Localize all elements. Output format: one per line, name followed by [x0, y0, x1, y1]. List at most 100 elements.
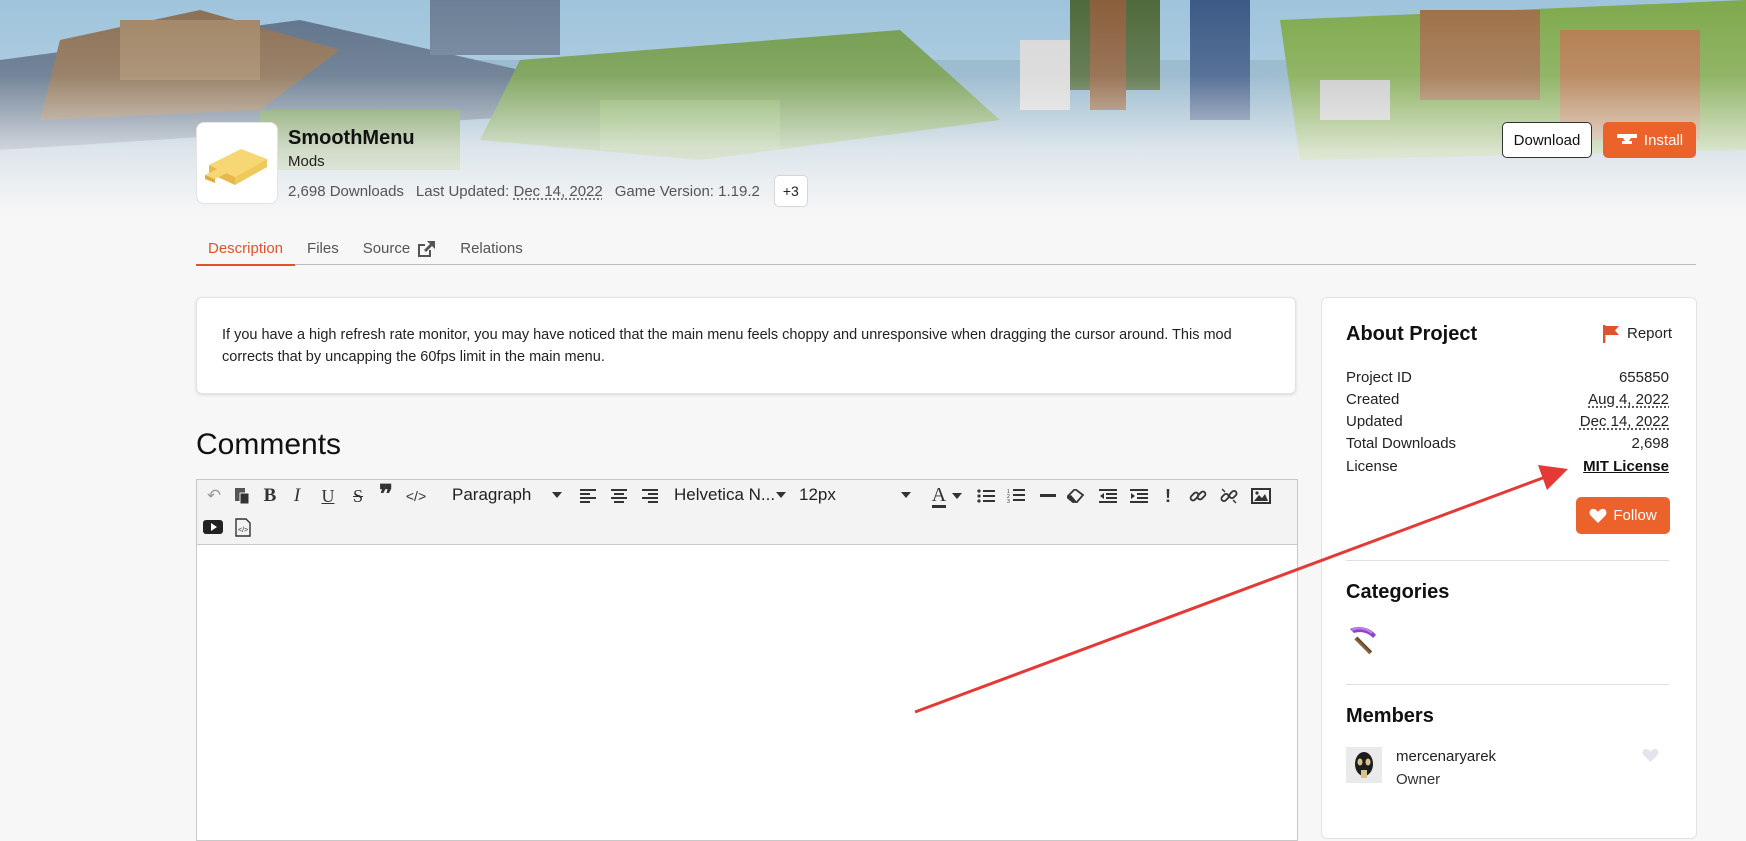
block-format-value: Paragraph	[452, 485, 532, 504]
description-card: If you have a high refresh rate monitor,…	[196, 297, 1296, 394]
project-tabs: Description Files Source Relations	[196, 236, 1696, 266]
report-link[interactable]: Report	[1602, 324, 1672, 343]
project-meta: 2,698 Downloads Last Updated: Dec 14, 20…	[288, 175, 808, 207]
project-logo	[196, 122, 278, 204]
follow-button[interactable]: Follow	[1576, 497, 1670, 534]
text-color-picker[interactable]: A	[927, 483, 967, 509]
paste-icon[interactable]	[231, 484, 253, 508]
updated-date-value: Dec 14, 2022	[1579, 413, 1669, 430]
editor-content-area[interactable]	[197, 545, 1297, 840]
link-icon[interactable]	[1187, 484, 1209, 508]
editor-toolbar: ↶ B I U S ❞ </> Paragraph Helvetica N...…	[197, 479, 1297, 545]
install-button[interactable]: Install	[1603, 122, 1696, 158]
chevron-down-icon	[901, 492, 911, 498]
font-family-value: Helvetica N...	[674, 485, 776, 504]
anvil-icon	[1616, 134, 1637, 144]
divider	[1346, 560, 1669, 561]
comment-editor: ↶ B I U S ❞ </> Paragraph Helvetica N...…	[196, 479, 1298, 841]
description-text: If you have a high refresh rate monitor,…	[222, 327, 1232, 365]
more-versions-button[interactable]: +3	[773, 175, 808, 207]
info-label: Updated	[1346, 413, 1403, 430]
last-updated-date: Dec 14, 2022	[513, 182, 603, 200]
chevron-down-icon	[552, 492, 562, 498]
butter-icon	[205, 149, 267, 185]
block-format-select[interactable]: Paragraph	[452, 485, 562, 505]
source-code-icon[interactable]: </>	[231, 514, 255, 540]
total-downloads-value: 2,698	[1631, 435, 1669, 452]
font-size-select[interactable]: 12px	[799, 485, 911, 505]
align-left-icon[interactable]	[577, 484, 599, 508]
underline-icon[interactable]: U	[317, 484, 339, 508]
project-class: Mods	[288, 153, 325, 170]
avatar[interactable]	[1346, 747, 1382, 783]
download-button[interactable]: Download	[1502, 122, 1592, 158]
game-version: Game Version: 1.19.2	[615, 183, 760, 200]
external-link-icon	[418, 241, 436, 257]
info-label: Created	[1346, 391, 1400, 408]
info-row-project-id: Project ID 655850	[1346, 369, 1669, 386]
pickaxe-icon[interactable]	[1346, 623, 1380, 657]
svg-text:3: 3	[1007, 499, 1010, 504]
last-updated-label: Last Updated:	[415, 182, 510, 200]
blockquote-icon[interactable]: ❞	[375, 479, 397, 509]
tab-relations-label: Relations	[460, 240, 523, 257]
code-icon[interactable]: </>	[404, 484, 428, 508]
numbered-list-icon[interactable]: 123	[1005, 484, 1027, 508]
project-title: SmoothMenu	[288, 127, 415, 149]
report-label: Report	[1627, 325, 1673, 342]
info-row-license: License MIT License	[1346, 458, 1669, 475]
font-size-value: 12px	[799, 485, 836, 504]
follow-label: Follow	[1613, 507, 1657, 524]
undo-icon[interactable]: ↶	[203, 484, 225, 508]
download-count: 2,698 Downloads	[288, 182, 404, 200]
game-version-label: Game Version:	[614, 182, 714, 200]
heart-icon[interactable]	[1642, 748, 1659, 768]
text-color-icon: A	[931, 483, 947, 508]
divider	[1346, 684, 1669, 685]
about-project-heading: About Project	[1346, 323, 1478, 345]
italic-icon[interactable]: I	[287, 484, 307, 508]
info-label: License	[1346, 458, 1398, 475]
categories-heading: Categories	[1346, 581, 1450, 603]
font-family-select[interactable]: Helvetica N...	[674, 485, 786, 505]
video-icon[interactable]	[201, 514, 225, 540]
tab-description[interactable]: Description	[196, 236, 296, 266]
horizontal-rule-icon[interactable]	[1037, 484, 1059, 508]
chevron-down-icon	[952, 493, 963, 499]
member-name[interactable]: mercenaryarek	[1396, 748, 1496, 765]
strikethrough-icon[interactable]: S	[347, 484, 369, 508]
indent-icon[interactable]	[1128, 484, 1150, 508]
align-center-icon[interactable]	[608, 484, 630, 508]
bold-icon[interactable]: B	[259, 484, 281, 508]
eraser-icon[interactable]	[1065, 484, 1087, 508]
tab-source-label: Source	[362, 240, 411, 257]
created-date-value: Aug 4, 2022	[1588, 391, 1669, 408]
members-heading: Members	[1346, 705, 1434, 727]
tab-source[interactable]: Source	[351, 236, 449, 264]
member-role: Owner	[1396, 771, 1441, 788]
about-project-sidebar: About Project Report Project ID 655850 C…	[1321, 297, 1697, 839]
project-id-value: 655850	[1618, 369, 1669, 386]
chevron-down-icon	[776, 492, 786, 498]
install-label: Install	[1643, 131, 1684, 149]
game-version-value: 1.19.2	[718, 182, 760, 200]
outdent-icon[interactable]	[1097, 484, 1119, 508]
bullet-list-icon[interactable]	[975, 484, 997, 508]
info-row-created: Created Aug 4, 2022	[1346, 391, 1669, 408]
flag-icon	[1603, 325, 1619, 343]
tab-files-label: Files	[307, 240, 339, 257]
tab-relations[interactable]: Relations	[448, 236, 535, 264]
info-label: Project ID	[1346, 369, 1412, 386]
unlink-icon[interactable]	[1218, 484, 1240, 508]
info-row-total-downloads: Total Downloads 2,698	[1346, 435, 1669, 452]
image-icon[interactable]	[1249, 484, 1273, 508]
align-right-icon[interactable]	[639, 484, 661, 508]
tab-files[interactable]: Files	[295, 236, 351, 264]
exclamation-icon[interactable]: !	[1160, 484, 1176, 508]
info-row-updated: Updated Dec 14, 2022	[1346, 413, 1669, 430]
heart-icon	[1589, 508, 1607, 523]
last-updated: Last Updated: Dec 14, 2022	[416, 183, 603, 200]
info-label: Total Downloads	[1346, 435, 1457, 452]
comments-heading: Comments	[196, 428, 342, 461]
license-link[interactable]: MIT License	[1583, 458, 1669, 475]
